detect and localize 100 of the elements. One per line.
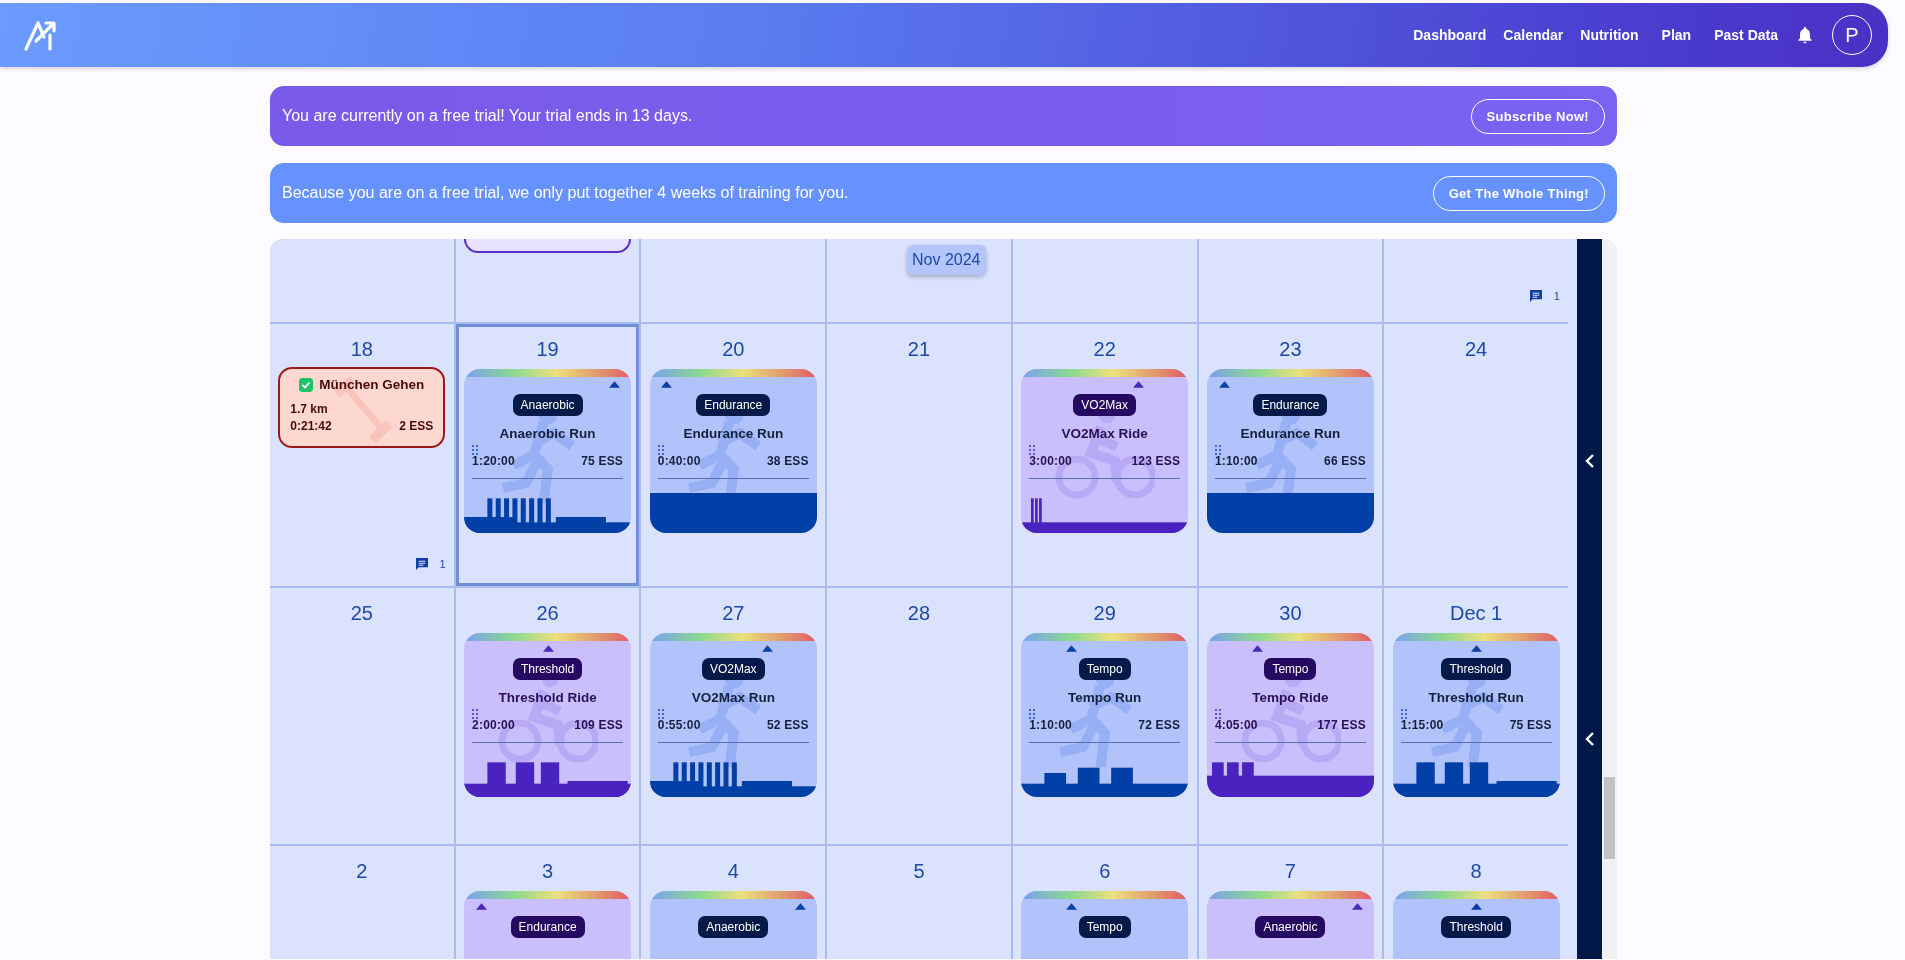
day-cell[interactable]: 25: [270, 588, 454, 844]
day-number: Dec 1: [1450, 602, 1503, 625]
nav-link[interactable]: Calendar: [1503, 27, 1564, 43]
zone-tag: Tempo: [1264, 658, 1317, 680]
drag-handle-icon[interactable]: [1214, 445, 1221, 455]
workout-title: Endurance Run: [683, 426, 784, 441]
day-cell[interactable]: [270, 239, 454, 322]
workout-duration: 3:00:00: [1029, 454, 1072, 468]
workout-card[interactable]: VO2Max VO2Max Run 0:55:00 52 ESS: [649, 633, 817, 797]
workout-ess: 38 ESS: [766, 454, 809, 468]
workout-card[interactable]: Endurance: [464, 891, 632, 959]
day-cell[interactable]: [641, 239, 826, 322]
workout-card[interactable]: Endurance Endurance Run 0:40:00 38 ESS: [649, 369, 817, 533]
workout-duration: 2:00:00: [472, 718, 515, 732]
activity-card[interactable]: München Gehen 1.7 km 0:21:42 2 ESS: [278, 367, 446, 448]
zone-tag: VO2Max: [701, 658, 765, 680]
day-number: 26: [536, 602, 559, 625]
nav-link[interactable]: Plan: [1661, 27, 1692, 43]
day-cell[interactable]: 6 Tempo: [1012, 846, 1197, 959]
workout-ess: 72 ESS: [1138, 718, 1181, 732]
activity-duration: 0:21:42: [290, 419, 332, 433]
workout-card[interactable]: Threshold Threshold Ride 2:00:00 109 ESS: [464, 633, 632, 797]
day-cell[interactable]: 4 Anaerobic: [641, 846, 826, 959]
day-cell[interactable]: 27 VO2Max VO2Max Run 0:55:00 52 ESS: [641, 588, 826, 844]
workout-ess: 75 ESS: [581, 454, 624, 468]
drag-handle-icon[interactable]: [472, 709, 479, 719]
notification-bell-icon[interactable]: [1795, 25, 1815, 45]
workout-card[interactable]: Threshold Threshold Run 1:15:00 75 ESS: [1392, 633, 1560, 797]
workout-ess: 109 ESS: [574, 718, 624, 732]
zone-tag: Tempo: [1078, 916, 1131, 938]
workout-card[interactable]: Anaerobic Anaerobic Run 1:20:00 75 ESS: [464, 369, 632, 533]
workout-card[interactable]: Tempo Tempo Run 1:10:00 72 ESS: [1021, 633, 1189, 797]
nav-link[interactable]: Nutrition: [1580, 27, 1639, 43]
nav-link[interactable]: Dashboard: [1413, 27, 1487, 43]
workout-card[interactable]: Tempo Tempo Ride 4:05:00 177 ESS: [1206, 633, 1374, 797]
day-number: 18: [350, 338, 373, 361]
zone-tag: VO2Max: [1073, 394, 1137, 416]
workout-card[interactable]: Anaerobic: [649, 891, 817, 959]
workout-title: Tempo Run: [1068, 690, 1142, 705]
day-cell[interactable]: 18 München Gehen 1.7 km 0:21:42 2 ESS 1: [270, 324, 454, 586]
day-cell[interactable]: 7 Anaerobic: [1198, 846, 1383, 959]
day-cell[interactable]: Dec 1 Threshold Threshold Run 1:15:00 75 ESS: [1384, 588, 1568, 844]
day-cell[interactable]: 19 Anaerobic Anaerobic Run 1:20:00 75 ESS: [455, 324, 640, 586]
workout-title: Threshold Run: [1428, 690, 1524, 705]
drag-handle-icon[interactable]: [657, 709, 664, 719]
zone-tag: Endurance: [1253, 394, 1328, 416]
day-number: 5: [913, 860, 925, 883]
day-cell[interactable]: 28: [827, 588, 1011, 844]
day-cell[interactable]: 20 Endurance Endurance Run 0:40:00 38 ESS: [641, 324, 826, 586]
day-cell[interactable]: 1: [1384, 239, 1568, 322]
day-cell[interactable]: 26 Threshold Threshold Ride 2:00:00 109 ESS: [455, 588, 640, 844]
workout-card[interactable]: [464, 239, 632, 253]
day-cell[interactable]: [455, 239, 640, 322]
drag-handle-icon[interactable]: [1214, 709, 1221, 719]
nav-link[interactable]: Past Data: [1714, 27, 1778, 43]
day-cell[interactable]: 5: [827, 846, 1011, 959]
day-cell[interactable]: 3 Endurance: [455, 846, 640, 959]
drag-handle-icon[interactable]: [1400, 709, 1407, 719]
zone-tag: Tempo: [1078, 658, 1131, 680]
day-number: 29: [1093, 602, 1116, 625]
day-cell[interactable]: 21: [827, 324, 1011, 586]
day-number: 25: [350, 602, 373, 625]
day-cell[interactable]: 2: [270, 846, 454, 959]
drag-handle-icon[interactable]: [1029, 709, 1036, 719]
workout-card[interactable]: Tempo: [1021, 891, 1189, 959]
workout-title: Tempo Ride: [1252, 690, 1329, 705]
workout-card[interactable]: Endurance Endurance Run 1:10:00 66 ESS: [1206, 369, 1374, 533]
day-cell[interactable]: 22 VO2Max VO2Max Ride 3:00:00 123 ESS: [1012, 324, 1197, 586]
day-cell[interactable]: 8 Threshold: [1384, 846, 1568, 959]
zone-tag: Threshold: [512, 658, 583, 680]
workout-duration: 1:10:00: [1029, 718, 1072, 732]
scrollbar-thumb[interactable]: [1604, 777, 1615, 859]
workout-card[interactable]: VO2Max VO2Max Ride 3:00:00 123 ESS: [1021, 369, 1189, 533]
chevron-left-icon[interactable]: [1584, 731, 1595, 747]
activity-distance: 1.7 km: [290, 402, 329, 416]
zone-tag: Anaerobic: [1255, 916, 1326, 938]
activity-title: München Gehen: [319, 377, 425, 392]
day-number: 23: [1279, 338, 1302, 361]
workout-card[interactable]: Anaerobic: [1206, 891, 1374, 959]
workout-ess: 66 ESS: [1324, 454, 1366, 468]
drag-handle-icon[interactable]: [1029, 445, 1036, 455]
drag-handle-icon[interactable]: [472, 445, 479, 455]
day-number: 20: [722, 338, 745, 361]
day-cell[interactable]: 29 Tempo Tempo Run 1:10:00 72 ESS: [1012, 588, 1197, 844]
scrollbar[interactable]: [1602, 239, 1617, 959]
comment-icon[interactable]: [413, 556, 430, 572]
zone-tag: Threshold: [1441, 658, 1511, 680]
day-number: 24: [1465, 338, 1488, 361]
chevron-left-icon[interactable]: [1584, 453, 1595, 469]
day-cell[interactable]: [1198, 239, 1383, 322]
day-number: 22: [1093, 338, 1116, 361]
day-cell[interactable]: 23 Endurance Endurance Run 1:10:00 66 ESS: [1198, 324, 1383, 586]
drag-handle-icon[interactable]: [657, 445, 664, 455]
day-cell[interactable]: 24: [1384, 324, 1568, 586]
day-cell[interactable]: [1012, 239, 1197, 322]
checkbox[interactable]: [299, 377, 314, 392]
workout-card[interactable]: Threshold: [1392, 891, 1560, 959]
comment-icon[interactable]: [1527, 288, 1544, 304]
day-cell[interactable]: 30 Tempo Tempo Ride 4:05:00 177 ESS: [1198, 588, 1383, 844]
day-number: 27: [722, 602, 745, 625]
